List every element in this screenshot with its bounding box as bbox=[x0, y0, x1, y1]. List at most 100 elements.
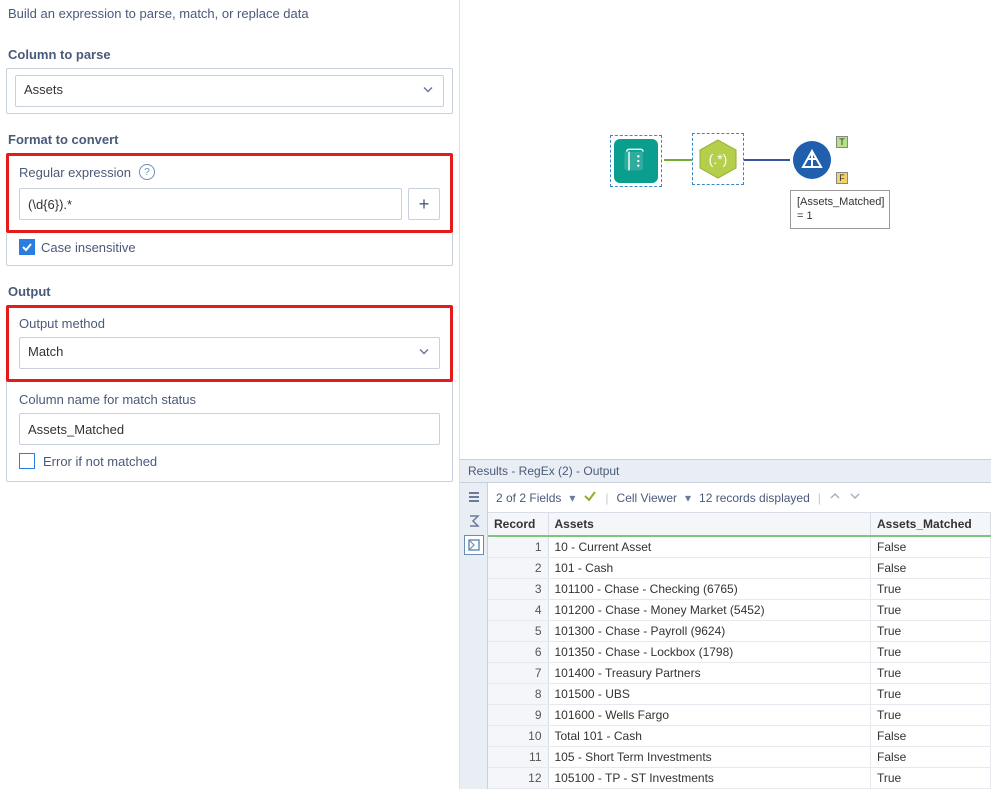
cell-record: 2 bbox=[488, 558, 548, 579]
col-header-record[interactable]: Record bbox=[488, 513, 548, 536]
cell-matched: False bbox=[871, 536, 991, 558]
cell-matched: True bbox=[871, 705, 991, 726]
col-header-matched[interactable]: Assets_Matched bbox=[871, 513, 991, 536]
cell-matched: True bbox=[871, 621, 991, 642]
cell-record: 9 bbox=[488, 705, 548, 726]
results-toolbar: 2 of 2 Fields ▾ | Cell Viewer ▾ 12 recor… bbox=[488, 483, 991, 513]
nav-down-icon[interactable] bbox=[849, 490, 861, 505]
records-count-text: 12 records displayed bbox=[699, 491, 810, 505]
cell-matched: True bbox=[871, 768, 991, 789]
cell-assets: 101 - Cash bbox=[548, 558, 871, 579]
cell-record: 5 bbox=[488, 621, 548, 642]
table-row[interactable]: 11105 - Short Term InvestmentsFalse bbox=[488, 747, 991, 768]
cell-record: 6 bbox=[488, 642, 548, 663]
table-row[interactable]: 10Total 101 - CashFalse bbox=[488, 726, 991, 747]
output-method-select[interactable]: Match bbox=[19, 337, 440, 369]
column-to-parse-value: Assets bbox=[15, 75, 444, 107]
table-row[interactable]: 3101100 - Chase - Checking (6765)True bbox=[488, 579, 991, 600]
match-col-label: Column name for match status bbox=[19, 392, 440, 407]
cell-assets: 105 - Short Term Investments bbox=[548, 747, 871, 768]
match-col-input[interactable] bbox=[19, 413, 440, 445]
filter-tool-icon bbox=[793, 141, 831, 179]
workflow-canvas[interactable]: (.*) T F [Assets_Matched] = 1 bbox=[460, 0, 991, 459]
cell-matched: True bbox=[871, 579, 991, 600]
cell-record: 12 bbox=[488, 768, 548, 789]
results-view-strip bbox=[460, 483, 488, 789]
output-header: Output bbox=[6, 284, 453, 299]
output-method-label: Output method bbox=[19, 316, 440, 331]
cell-record: 3 bbox=[488, 579, 548, 600]
cell-assets: 101500 - UBS bbox=[548, 684, 871, 705]
config-panel: Build an expression to parse, match, or … bbox=[0, 0, 460, 789]
view-meta-icon[interactable] bbox=[464, 487, 484, 507]
cell-record: 7 bbox=[488, 663, 548, 684]
table-row[interactable]: 110 - Current AssetFalse bbox=[488, 536, 991, 558]
regex-tool-icon: (.*) bbox=[696, 137, 740, 181]
table-row[interactable]: 12105100 - TP - ST InvestmentsTrue bbox=[488, 768, 991, 789]
connection-wire bbox=[664, 159, 692, 161]
right-panel: (.*) T F [Assets_Matched] = 1 Results - … bbox=[460, 0, 991, 789]
case-insensitive-checkbox[interactable] bbox=[19, 239, 35, 255]
dropdown-caret-icon[interactable]: ▾ bbox=[569, 491, 575, 505]
cell-matched: True bbox=[871, 642, 991, 663]
cell-assets: 105100 - TP - ST Investments bbox=[548, 768, 871, 789]
table-row[interactable]: 5101300 - Chase - Payroll (9624)True bbox=[488, 621, 991, 642]
column-to-parse-select[interactable]: Assets bbox=[15, 75, 444, 107]
col-header-assets[interactable]: Assets bbox=[548, 513, 871, 536]
table-row[interactable]: 7101400 - Treasury PartnersTrue bbox=[488, 663, 991, 684]
regex-tool-node[interactable]: (.*) bbox=[692, 133, 744, 185]
format-to-convert-label: Format to convert bbox=[6, 132, 453, 147]
input-tool-node[interactable] bbox=[610, 135, 662, 187]
cell-matched: True bbox=[871, 684, 991, 705]
fields-count-text: 2 of 2 Fields bbox=[496, 491, 561, 505]
help-icon[interactable]: ? bbox=[139, 164, 155, 180]
cell-matched: True bbox=[871, 600, 991, 621]
cell-assets: 101350 - Chase - Lockbox (1798) bbox=[548, 642, 871, 663]
filter-tool-node[interactable]: T F bbox=[790, 138, 834, 182]
table-row[interactable]: 6101350 - Chase - Lockbox (1798)True bbox=[488, 642, 991, 663]
column-to-parse-box: Assets bbox=[6, 68, 453, 114]
cell-record: 11 bbox=[488, 747, 548, 768]
cell-viewer-label[interactable]: Cell Viewer bbox=[617, 491, 677, 505]
table-row[interactable]: 8101500 - UBSTrue bbox=[488, 684, 991, 705]
panel-description: Build an expression to parse, match, or … bbox=[6, 6, 453, 21]
results-pane: Results - RegEx (2) - Output 2 of 2 Fi bbox=[460, 459, 991, 789]
cell-assets: 101200 - Chase - Money Market (5452) bbox=[548, 600, 871, 621]
cell-matched: True bbox=[871, 663, 991, 684]
output-method-value: Match bbox=[19, 337, 440, 369]
cell-assets: 101600 - Wells Fargo bbox=[548, 705, 871, 726]
add-regex-button[interactable]: + bbox=[408, 188, 440, 220]
cell-record: 4 bbox=[488, 600, 548, 621]
column-to-parse-label: Column to parse bbox=[6, 47, 453, 62]
results-title: Results - RegEx (2) - Output bbox=[460, 460, 991, 483]
cell-matched: False bbox=[871, 747, 991, 768]
table-row[interactable]: 4101200 - Chase - Money Market (5452)Tru… bbox=[488, 600, 991, 621]
svg-text:(.*): (.*) bbox=[709, 151, 728, 167]
dropdown-caret-icon[interactable]: ▾ bbox=[685, 491, 691, 505]
cell-assets: 101400 - Treasury Partners bbox=[548, 663, 871, 684]
results-table: Record Assets Assets_Matched 110 - Curre… bbox=[488, 513, 991, 789]
nav-up-icon[interactable] bbox=[829, 490, 841, 505]
cell-matched: False bbox=[871, 726, 991, 747]
view-sigma-icon[interactable] bbox=[464, 511, 484, 531]
regex-label: Regular expression bbox=[19, 165, 131, 180]
table-row[interactable]: 2101 - CashFalse bbox=[488, 558, 991, 579]
error-if-not-matched-checkbox[interactable] bbox=[19, 453, 35, 469]
regex-input[interactable] bbox=[19, 188, 402, 220]
output-box: Output method Match Column name for matc… bbox=[6, 305, 453, 482]
input-tool-icon bbox=[614, 139, 658, 183]
filter-true-anchor[interactable]: T bbox=[836, 136, 848, 148]
view-data-icon[interactable] bbox=[464, 535, 484, 555]
cell-assets: 10 - Current Asset bbox=[548, 536, 871, 558]
error-if-not-matched-label: Error if not matched bbox=[43, 454, 157, 469]
plus-icon: + bbox=[419, 194, 430, 215]
regex-highlight-box: Regular expression ? + bbox=[6, 153, 453, 233]
filter-false-anchor[interactable]: F bbox=[836, 172, 848, 184]
connection-wire bbox=[744, 159, 790, 161]
case-insensitive-label: Case insensitive bbox=[41, 240, 136, 255]
cell-matched: False bbox=[871, 558, 991, 579]
filter-annotation: [Assets_Matched] = 1 bbox=[790, 190, 890, 229]
check-icon[interactable] bbox=[583, 489, 597, 506]
cell-record: 10 bbox=[488, 726, 548, 747]
table-row[interactable]: 9101600 - Wells FargoTrue bbox=[488, 705, 991, 726]
